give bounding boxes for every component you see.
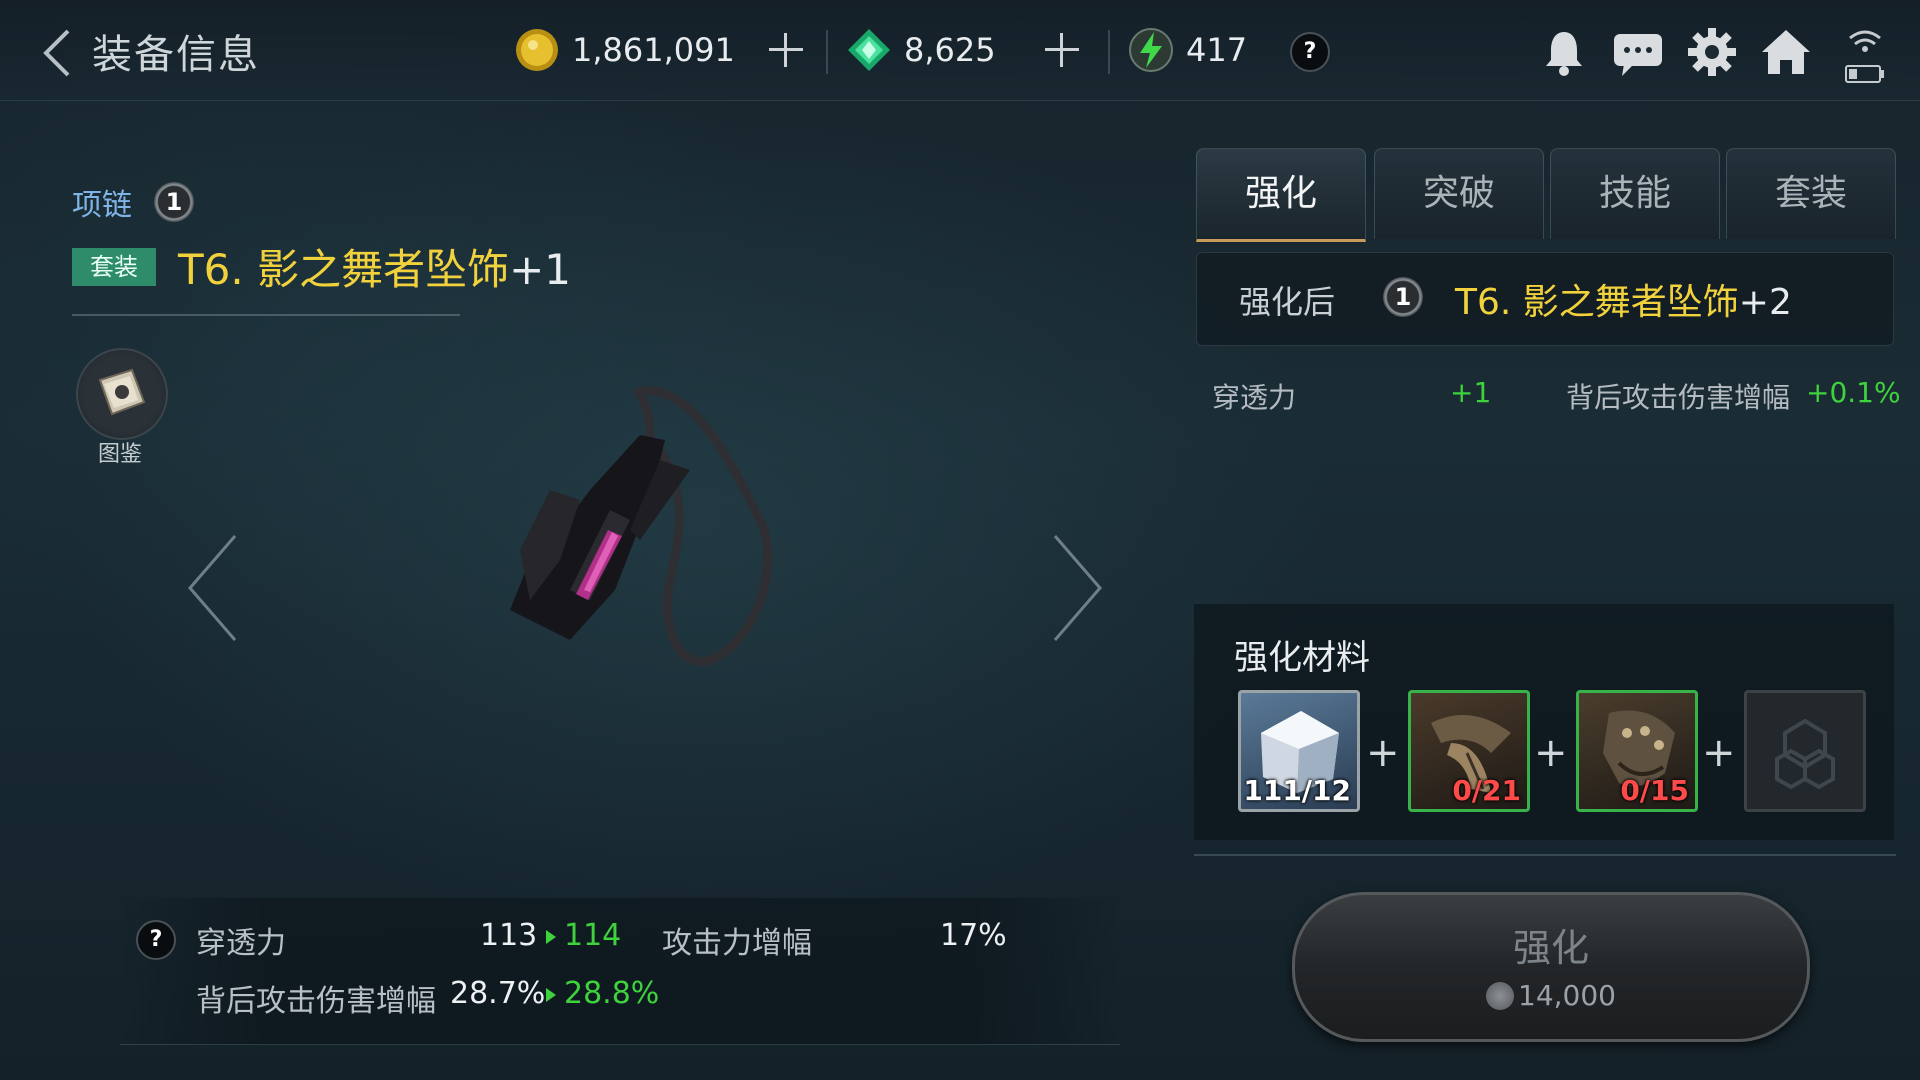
item-name-text: T6. 影之舞者坠饰 <box>178 245 510 294</box>
divider <box>72 314 460 316</box>
stat-label: 攻击力增幅 <box>662 926 812 961</box>
stat-current-value: 17% <box>940 918 1007 953</box>
material-slot[interactable]: 0/21 <box>1408 690 1530 812</box>
enhance-cost-value: 14,000 <box>1518 979 1616 1012</box>
material-slot-empty[interactable] <box>1744 690 1866 812</box>
bonus-label: 背后攻击伤害增幅 <box>1566 381 1791 414</box>
energy-counter: 417 <box>1128 26 1247 74</box>
stat-next-value: 114 <box>564 918 622 953</box>
gold-coin-icon <box>514 27 560 73</box>
previous-item-arrow[interactable] <box>180 528 250 648</box>
enhance-cost: 14,000 <box>1295 979 1807 1012</box>
gear-icon[interactable] <box>1684 24 1740 80</box>
stat-next-value: 28.8% <box>564 976 660 1011</box>
material-count: 0/15 <box>1620 774 1689 807</box>
increase-arrow-icon <box>546 930 556 944</box>
add-gems-button[interactable] <box>1042 30 1082 70</box>
divider <box>1194 854 1896 856</box>
empty-slot-icon <box>1775 718 1835 790</box>
bonus-value: +1 <box>1450 376 1492 409</box>
divider <box>1108 30 1110 74</box>
silver-coin-icon <box>1486 982 1514 1010</box>
tab-enhance[interactable]: 强化 <box>1196 148 1366 242</box>
tab-breakthrough[interactable]: 突破 <box>1374 148 1544 239</box>
materials-title: 强化材料 <box>1234 638 1370 678</box>
next-item-arrow[interactable] <box>1040 528 1110 648</box>
after-enhance-label: 强化后 <box>1239 283 1336 321</box>
chevron-right-icon <box>1053 535 1102 641</box>
stat-current-value: 28.7% <box>450 976 546 1011</box>
enhance-result-box: 强化后 1 T6. 影之舞者坠饰+2 <box>1196 252 1894 346</box>
stats-help-button[interactable]: ? <box>136 920 176 960</box>
home-icon[interactable] <box>1758 24 1814 80</box>
after-item-level: +2 <box>1738 282 1792 323</box>
bonus-label: 穿透力 <box>1212 381 1297 414</box>
gem-amount: 8,625 <box>904 31 996 69</box>
bell-icon[interactable] <box>1536 24 1592 80</box>
add-gold-button[interactable] <box>766 30 806 70</box>
increase-arrow-icon <box>546 988 556 1002</box>
plus-sign: + <box>1534 730 1568 776</box>
codex-button[interactable] <box>76 348 168 440</box>
chat-icon[interactable] <box>1610 24 1666 80</box>
energy-amount: 417 <box>1186 31 1248 69</box>
item-name: T6. 影之舞者坠饰+1 <box>178 236 571 297</box>
material-count: 111/12 <box>1243 774 1351 807</box>
gold-counter: 1,861,091 <box>514 26 735 74</box>
after-enhance-item-name: T6. 影之舞者坠饰+2 <box>1455 273 1792 325</box>
material-count: 0/21 <box>1452 774 1521 807</box>
tier-badge: 1 <box>154 182 194 222</box>
divider <box>826 30 828 74</box>
materials-panel: 强化材料 111/12 + 0/21 + 0/15 + <box>1194 604 1894 840</box>
page-title: 装备信息 <box>92 32 260 78</box>
enhance-button[interactable]: 强化 14,000 <box>1292 892 1810 1042</box>
tier-badge: 1 <box>1383 277 1423 317</box>
material-slot[interactable]: 111/12 <box>1238 690 1360 812</box>
plus-sign: + <box>1366 730 1400 776</box>
gold-amount: 1,861,091 <box>572 31 735 69</box>
back-button[interactable] <box>38 28 78 78</box>
tab-set[interactable]: 套装 <box>1726 148 1896 239</box>
chevron-left-icon <box>188 535 237 641</box>
material-slot[interactable]: 0/15 <box>1576 690 1698 812</box>
green-gem-icon <box>846 27 892 73</box>
tab-skills[interactable]: 技能 <box>1550 148 1720 239</box>
plus-sign: + <box>1702 730 1736 776</box>
codex-label: 图鉴 <box>97 442 142 467</box>
wifi-battery-icon <box>1840 24 1890 83</box>
enhance-button-label: 强化 <box>1512 926 1589 970</box>
set-tag: 套装 <box>72 248 156 286</box>
after-item-name-text: T6. 影之舞者坠饰 <box>1455 282 1739 323</box>
top-bar: 装备信息 1,861,091 8,625 417 ? <box>0 0 1920 101</box>
lightning-energy-icon <box>1128 27 1174 73</box>
equipment-slot-label: 项链 <box>72 188 132 223</box>
chevron-left-icon <box>43 29 70 77</box>
stat-label: 背后攻击伤害增幅 <box>196 984 436 1019</box>
stat-label: 穿透力 <box>196 926 286 961</box>
stat-current-value: 113 <box>480 918 538 953</box>
item-level: +1 <box>509 245 572 294</box>
gem-counter: 8,625 <box>846 26 996 74</box>
currency-help-button[interactable]: ? <box>1290 32 1330 72</box>
pendant-item-image <box>490 380 810 680</box>
book-icon <box>98 368 146 416</box>
bonus-value: +0.1% <box>1806 376 1901 409</box>
